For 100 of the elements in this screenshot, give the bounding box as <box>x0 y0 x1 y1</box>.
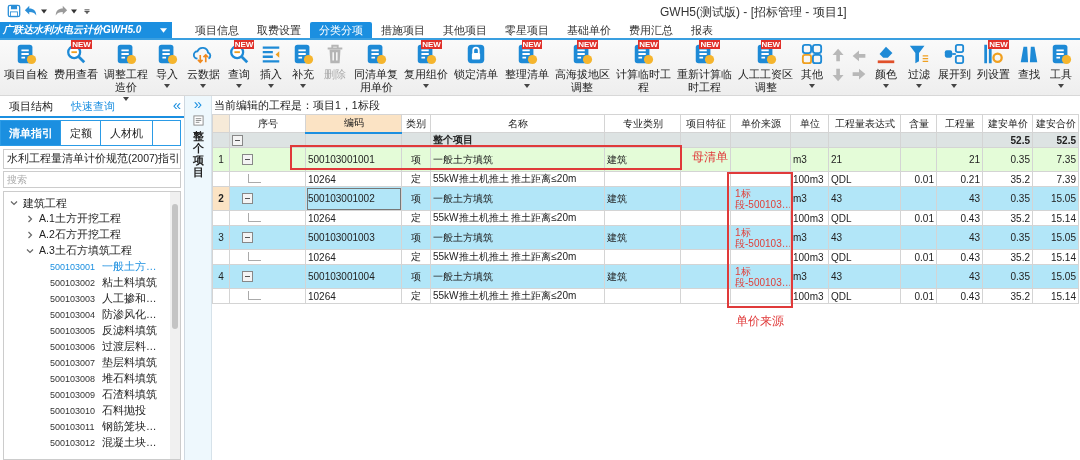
tree-item[interactable]: 500103002 粘土料填筑 <box>4 275 170 291</box>
caret-icon <box>267 84 274 88</box>
ribbon-button[interactable]: NEW 重新计算临 时工程 <box>674 40 734 94</box>
annotation-label: 母清单 <box>692 150 728 165</box>
table-cell: 55kW推土机推土 推土距离≤20m <box>430 210 605 226</box>
row-number-cell[interactable]: 3 <box>212 225 230 250</box>
tree-item[interactable]: 500103005 反滤料填筑 <box>4 323 170 339</box>
menu-tab[interactable]: 取费设置 <box>248 22 310 38</box>
row-number-cell[interactable]: 2 <box>212 186 230 211</box>
ribbon-button[interactable]: NEW 复用组价 <box>402 40 451 88</box>
new-badge: NEW <box>521 40 543 49</box>
tree-item[interactable]: 500103007 垫层料填筑 <box>4 355 170 371</box>
tree-item[interactable]: 500103010 石料抛投 <box>4 403 170 419</box>
tree-item[interactable]: 500103001 一般土方… <box>4 259 170 275</box>
tree-item[interactable]: 建筑工程 <box>4 195 170 211</box>
toggle-icon[interactable] <box>242 232 253 244</box>
tree-item[interactable]: 500103004 防渗风化… <box>4 307 170 323</box>
row-number-cell[interactable] <box>212 249 230 265</box>
document-icon[interactable] <box>192 115 204 126</box>
tree-item[interactable]: A.2石方开挖工程 <box>4 227 170 243</box>
table-cell: 0.21 <box>936 171 983 187</box>
tree-item[interactable]: 500103006 过渡层料… <box>4 339 170 355</box>
column-header[interactable]: 单位 <box>790 114 829 133</box>
menu-tab[interactable]: 措施项目 <box>372 22 434 38</box>
ribbon-button[interactable]: 项目自检 <box>2 40 50 81</box>
caret-icon[interactable] <box>71 8 77 14</box>
ribbon-button[interactable]: 其他 <box>797 40 828 88</box>
scrollbar[interactable] <box>170 192 180 459</box>
column-header[interactable]: 单价来源 <box>730 114 791 133</box>
column-header[interactable]: 编码 <box>305 114 402 133</box>
table-cell: 500103001002 <box>305 186 402 211</box>
ribbon-button[interactable]: 工具 <box>1046 40 1076 88</box>
tree-item[interactable]: 500103008 堆石料填筑 <box>4 371 170 387</box>
ribbon-button[interactable]: 补充 <box>287 40 318 88</box>
ribbon-button[interactable]: 过滤 <box>903 40 934 88</box>
menu-tab[interactable]: 费用汇总 <box>620 22 682 38</box>
ribbon-button[interactable]: 锁定清单 <box>452 40 501 81</box>
toggle-icon[interactable] <box>232 134 243 146</box>
ribbon-button[interactable]: NEW 人工工资区 调整 <box>736 40 795 94</box>
ribbon-button[interactable]: 云数据 <box>184 40 222 88</box>
menu-tab[interactable]: 零星项目 <box>496 22 558 38</box>
panel-tab[interactable]: 项目结构 <box>0 96 62 116</box>
caret-icon <box>160 27 167 33</box>
tree-item[interactable]: A.3土石方填筑工程 <box>4 243 170 259</box>
search-field[interactable]: 搜索 <box>3 171 181 188</box>
guide-dropdown[interactable]: 水利工程量清单计价规范(2007)指引 <box>3 149 181 169</box>
ribbon-button[interactable]: 插入 <box>255 40 286 88</box>
column-header[interactable]: 名称 <box>430 114 605 133</box>
column-header[interactable]: 项目特征 <box>680 114 731 133</box>
ribbon-button[interactable]: NEW 查询 <box>223 40 254 88</box>
table-cell: 0.35 <box>982 147 1033 172</box>
ribbon-button[interactable]: NEW 整理清单 <box>502 40 551 88</box>
ribbon-button[interactable]: 同清单复 用单价 <box>352 40 401 94</box>
document-icon <box>156 43 179 65</box>
ribbon-button[interactable]: 查找 <box>1013 40 1044 81</box>
ribbon-button[interactable]: NEW 计算临时工 程 <box>613 40 673 94</box>
tree-line <box>248 290 261 300</box>
window-title: GWH5(测试版) - [招标管理 - 项目1] <box>660 4 847 21</box>
ribbon-button[interactable]: NEW 费用查看 <box>52 40 101 81</box>
toggle-icon[interactable] <box>242 154 253 166</box>
customize-icon[interactable] <box>84 8 90 14</box>
menu-tab[interactable]: 基础单价 <box>558 22 620 38</box>
toggle-icon[interactable] <box>242 271 253 283</box>
caret-icon[interactable] <box>41 8 47 14</box>
tree-item[interactable]: 500103011 钢筋笼块… <box>4 419 170 435</box>
column-header[interactable]: 含量 <box>900 114 937 133</box>
save-icon[interactable] <box>7 4 21 18</box>
menu-tab[interactable]: 其他项目 <box>434 22 496 38</box>
menu-tab[interactable]: 报表 <box>682 22 722 38</box>
row-number-cell[interactable] <box>212 132 230 148</box>
caret-icon <box>1058 84 1064 88</box>
column-header[interactable]: 建安单价 <box>982 114 1033 133</box>
column-header[interactable]: 专业类别 <box>604 114 681 133</box>
toggle-icon[interactable] <box>242 193 253 205</box>
row-number-cell[interactable] <box>212 210 230 226</box>
menu-tab[interactable]: 项目信息 <box>186 22 248 38</box>
ribbon-button[interactable]: 导入 <box>152 40 183 88</box>
tree-item[interactable]: 500103003 人工掺和… <box>4 291 170 307</box>
row-number-cell[interactable]: 1 <box>212 147 230 172</box>
row-number-cell[interactable] <box>212 288 230 304</box>
sub-tab[interactable]: 定额 <box>61 121 101 145</box>
tree-item[interactable]: A.1土方开挖工程 <box>4 211 170 227</box>
sub-tab[interactable]: 人材机 <box>101 121 153 145</box>
column-header[interactable]: 建安合价 <box>1032 114 1079 133</box>
ribbon-button[interactable]: 颜色 <box>871 40 902 88</box>
ribbon-button[interactable]: NEW 高海拔地区 调整 <box>552 40 612 94</box>
column-header[interactable]: 工程量表达式 <box>828 114 901 133</box>
tree-item[interactable]: 500103012 混凝土块… <box>4 435 170 451</box>
ribbon-button[interactable]: 展开到 <box>935 40 973 88</box>
table-cell: 一般土方填筑 <box>430 147 605 172</box>
column-header[interactable]: 类别 <box>401 114 431 133</box>
collapse-button[interactable]: « <box>169 96 184 114</box>
row-number-cell[interactable] <box>212 171 230 187</box>
ribbon-button[interactable]: NEW 列设置 <box>974 40 1012 81</box>
row-number-cell[interactable]: 4 <box>212 264 230 289</box>
column-header[interactable]: 工程量 <box>936 114 983 133</box>
table-cell: 10264 <box>305 249 402 265</box>
table-cell: 100m3 <box>790 249 829 265</box>
tree-item[interactable]: 500103009 石渣料填筑 <box>4 387 170 403</box>
column-header[interactable]: 序号 <box>229 114 306 133</box>
